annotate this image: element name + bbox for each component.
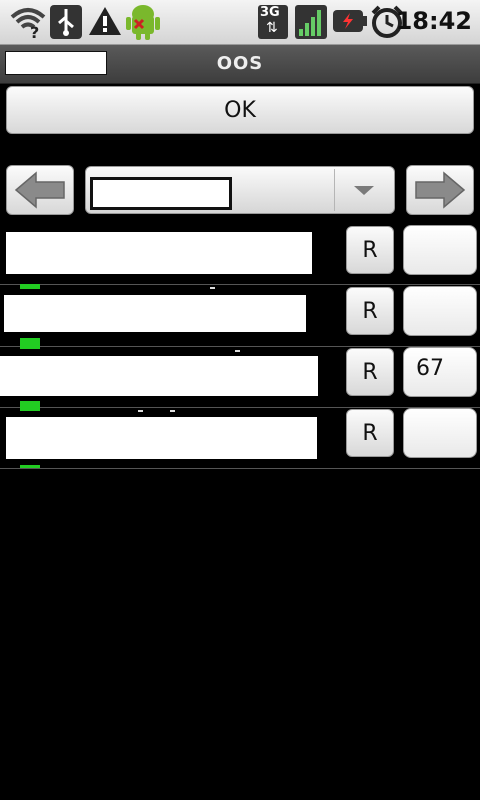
next-button[interactable]: [406, 165, 474, 215]
value-field[interactable]: [403, 225, 477, 275]
value-field[interactable]: 67: [403, 347, 477, 397]
artifact-mark: [235, 350, 240, 352]
spinner-divider: [334, 169, 335, 211]
usb-icon: [50, 5, 82, 39]
chevron-down-icon: [354, 186, 374, 195]
spinner-redacted-value: [90, 177, 232, 210]
list-item: R: [0, 285, 480, 349]
r-button[interactable]: R: [346, 409, 394, 457]
value-field[interactable]: [403, 408, 477, 458]
list-item: R: [0, 407, 480, 469]
network-type-label: 3G: [260, 5, 280, 20]
r-button[interactable]: R: [346, 226, 394, 274]
list-item: R: [0, 223, 480, 289]
ok-button[interactable]: OK: [6, 86, 474, 134]
redacted-label: [4, 295, 306, 332]
signal-icon: [295, 5, 327, 39]
battery-charging-icon: [333, 10, 367, 32]
artifact-mark: [210, 287, 215, 289]
artifact-mark: [170, 410, 175, 412]
svg-text:?: ?: [30, 23, 39, 39]
r-button[interactable]: R: [346, 287, 394, 335]
item-spinner[interactable]: [85, 166, 395, 214]
r-button[interactable]: R: [346, 348, 394, 396]
redacted-label: [6, 417, 317, 459]
page-title: OOS: [216, 53, 264, 74]
prev-button[interactable]: [6, 165, 74, 215]
list-item: R 67: [0, 346, 480, 411]
app-title-bar: OOS: [0, 45, 480, 84]
status-bar: ? 3G ⇅ 18:42: [0, 0, 480, 45]
data-arrows-icon: ⇅: [266, 20, 278, 36]
warning-icon: [89, 7, 121, 35]
status-time: 18:42: [395, 7, 472, 35]
wifi-question-icon: ?: [10, 8, 46, 39]
status-indicator: [20, 465, 40, 468]
android-debug-icon: [126, 5, 160, 40]
network-type-icon: 3G ⇅: [258, 5, 288, 39]
redacted-label: [0, 356, 318, 396]
artifact-mark: [138, 410, 143, 412]
redacted-label: [6, 232, 312, 274]
arrow-right-icon: [415, 171, 466, 209]
value-field[interactable]: [403, 286, 477, 336]
arrow-left-icon: [14, 171, 65, 209]
